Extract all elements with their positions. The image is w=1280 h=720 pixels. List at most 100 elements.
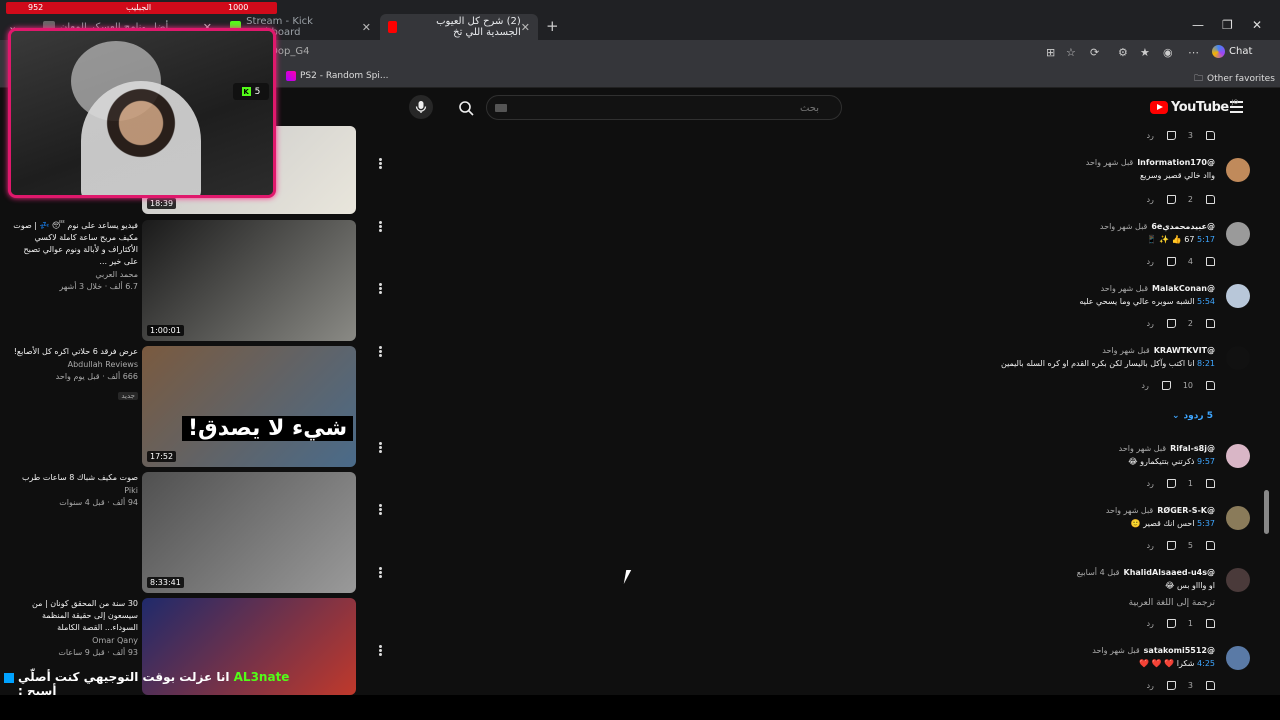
reply-button[interactable]: رد (1146, 479, 1153, 488)
like-icon[interactable] (1205, 318, 1215, 328)
close-icon[interactable]: ✕ (521, 21, 530, 34)
close-window-icon[interactable]: ✕ (1252, 18, 1262, 32)
close-icon[interactable]: ✕ (362, 21, 371, 34)
more-options-icon[interactable] (377, 221, 383, 233)
more-options-icon[interactable] (377, 283, 383, 295)
reply-button[interactable]: رد (1146, 681, 1153, 690)
like-icon[interactable] (1205, 540, 1215, 550)
comment-author[interactable]: @عبيدمحمدي6e (1151, 222, 1215, 231)
video-thumbnail[interactable]: شيء لا يصدق! (142, 346, 356, 467)
other-favorites[interactable]: 🗀 Other favorites (1194, 71, 1275, 87)
more-options-icon[interactable] (377, 567, 383, 579)
channel-name[interactable]: محمد العربي (8, 268, 138, 281)
dislike-icon[interactable] (1166, 318, 1176, 328)
translate-link[interactable]: ترجمة إلى اللغة العربية (1129, 598, 1215, 608)
voice-search-button[interactable] (409, 95, 433, 119)
reply-button[interactable]: رد (1141, 381, 1148, 390)
video-info[interactable]: 30 سنة من المحقق كونان | من سيسعون إلى ح… (8, 598, 138, 659)
video-thumbnail[interactable] (142, 220, 356, 341)
more-icon[interactable]: ⋯ (1188, 46, 1199, 59)
video-title[interactable]: عرض فرقد 6 حلاتي اكره كل الأصابع! (8, 346, 138, 358)
avatar[interactable] (1226, 346, 1250, 370)
video-info[interactable]: عرض فرقد 6 حلاتي اكره كل الأصابع! Abdulla… (8, 346, 138, 402)
comment-time[interactable]: قبل شهر واحد (1101, 284, 1148, 293)
more-options-icon[interactable] (377, 158, 383, 170)
dislike-icon[interactable] (1166, 540, 1176, 550)
dislike-icon[interactable] (1166, 680, 1176, 690)
dislike-icon[interactable] (1166, 478, 1176, 488)
like-icon[interactable] (1205, 130, 1215, 140)
like-icon[interactable] (1205, 680, 1215, 690)
comment-author[interactable]: @KRAWTKVIT (1154, 346, 1215, 355)
comment-timestamp-link[interactable]: 4:25 (1197, 659, 1215, 668)
youtube-logo[interactable]: YouTube JO (1150, 99, 1238, 115)
reply-button[interactable]: رد (1146, 195, 1153, 204)
avatar[interactable] (1226, 646, 1250, 670)
avatar[interactable] (1226, 284, 1250, 308)
reply-button[interactable]: رد (1146, 619, 1153, 628)
more-options-icon[interactable] (377, 442, 383, 454)
avatar[interactable] (1226, 506, 1250, 530)
comment-time[interactable]: قبل شهر واحد (1086, 158, 1133, 167)
comment-author[interactable]: @RØGER-S-K (1157, 506, 1215, 515)
reply-button[interactable]: رد (1146, 257, 1153, 266)
star-icon[interactable]: ☆ (1066, 46, 1076, 59)
more-options-icon[interactable] (377, 645, 383, 657)
comment-time[interactable]: قبل شهر واحد (1102, 346, 1149, 355)
search-button[interactable] (454, 96, 478, 120)
refresh-icon[interactable]: ⟳ (1090, 46, 1099, 59)
reply-button[interactable]: رد (1146, 319, 1153, 328)
extensions-icon[interactable]: ⚙ (1118, 46, 1128, 59)
comment-timestamp-link[interactable]: 5:54 (1197, 297, 1215, 306)
reply-button[interactable]: رد (1146, 541, 1153, 550)
video-title[interactable]: صوت مكيف شباك 8 ساعات طرب (8, 472, 138, 484)
comment-time[interactable]: قبل 4 أسابيع (1077, 568, 1120, 577)
dislike-icon[interactable] (1166, 130, 1176, 140)
comment-author[interactable]: @Information170 (1137, 158, 1215, 167)
replies-toggle[interactable]: 5 ردود ⌄ (1172, 411, 1213, 421)
video-title[interactable]: فيديو يساعد على نوم 😴 💤 | صوت مكيف مريح … (8, 220, 138, 268)
avatar[interactable] (1226, 568, 1250, 592)
scrollbar-thumb[interactable] (1264, 490, 1269, 534)
favorites-icon[interactable]: ★ (1140, 46, 1150, 59)
comment-time[interactable]: قبل شهر واحد (1092, 646, 1139, 655)
channel-name[interactable]: Piki (8, 484, 138, 497)
video-info[interactable]: فيديو يساعد على نوم 😴 💤 | صوت مكيف مريح … (8, 220, 138, 293)
channel-name[interactable]: Omar Qany (8, 634, 138, 647)
avatar[interactable] (1226, 444, 1250, 468)
avatar[interactable] (1226, 222, 1250, 246)
channel-name[interactable]: Abdullah Reviews (8, 358, 138, 371)
comment-time[interactable]: قبل شهر واحد (1100, 222, 1147, 231)
more-options-icon[interactable] (377, 504, 383, 516)
comment-timestamp-link[interactable]: 8:21 (1197, 359, 1215, 368)
search-input[interactable] (487, 97, 841, 120)
comment-author[interactable]: @KhalidAlsaaed-u4s (1124, 568, 1216, 577)
dislike-icon[interactable] (1161, 380, 1171, 390)
app-install-icon[interactable]: ⊞ (1046, 46, 1055, 59)
dislike-icon[interactable] (1166, 194, 1176, 204)
bookmark-ps2[interactable]: PS2 - Random Spi... (286, 71, 388, 81)
comment-time[interactable]: قبل شهر واحد (1106, 506, 1153, 515)
minimize-icon[interactable]: — (1192, 18, 1204, 32)
comment-time[interactable]: قبل شهر واحد (1119, 444, 1166, 453)
keyboard-icon[interactable] (495, 104, 507, 112)
new-tab-button[interactable]: + (546, 17, 559, 35)
comment-timestamp-link[interactable]: 5:37 (1197, 519, 1215, 528)
video-title[interactable]: 30 سنة من المحقق كونان | من سيسعون إلى ح… (8, 598, 138, 634)
chat-button[interactable]: Chat (1212, 45, 1252, 58)
scrollbar[interactable] (1262, 96, 1270, 690)
maximize-icon[interactable]: ❐ (1222, 18, 1233, 32)
avatar[interactable] (1226, 158, 1250, 182)
video-thumbnail[interactable] (142, 472, 356, 593)
more-options-icon[interactable] (377, 346, 383, 358)
reply-button[interactable]: رد (1146, 131, 1153, 140)
video-info[interactable]: صوت مكيف شباك 8 ساعات طرب Piki 94 ألف · قب… (8, 472, 138, 509)
tab-3-active[interactable]: (2) شرح كل العيوب الجسدية اللي تخ ✕ (380, 14, 538, 40)
like-icon[interactable] (1205, 618, 1215, 628)
like-icon[interactable] (1205, 478, 1215, 488)
like-icon[interactable] (1205, 256, 1215, 266)
profile-icon[interactable]: ◉ (1163, 46, 1173, 59)
comment-author[interactable]: @Rifal-s8j (1170, 444, 1215, 453)
dislike-icon[interactable] (1166, 618, 1176, 628)
comment-author[interactable]: @MalakConan (1152, 284, 1215, 293)
